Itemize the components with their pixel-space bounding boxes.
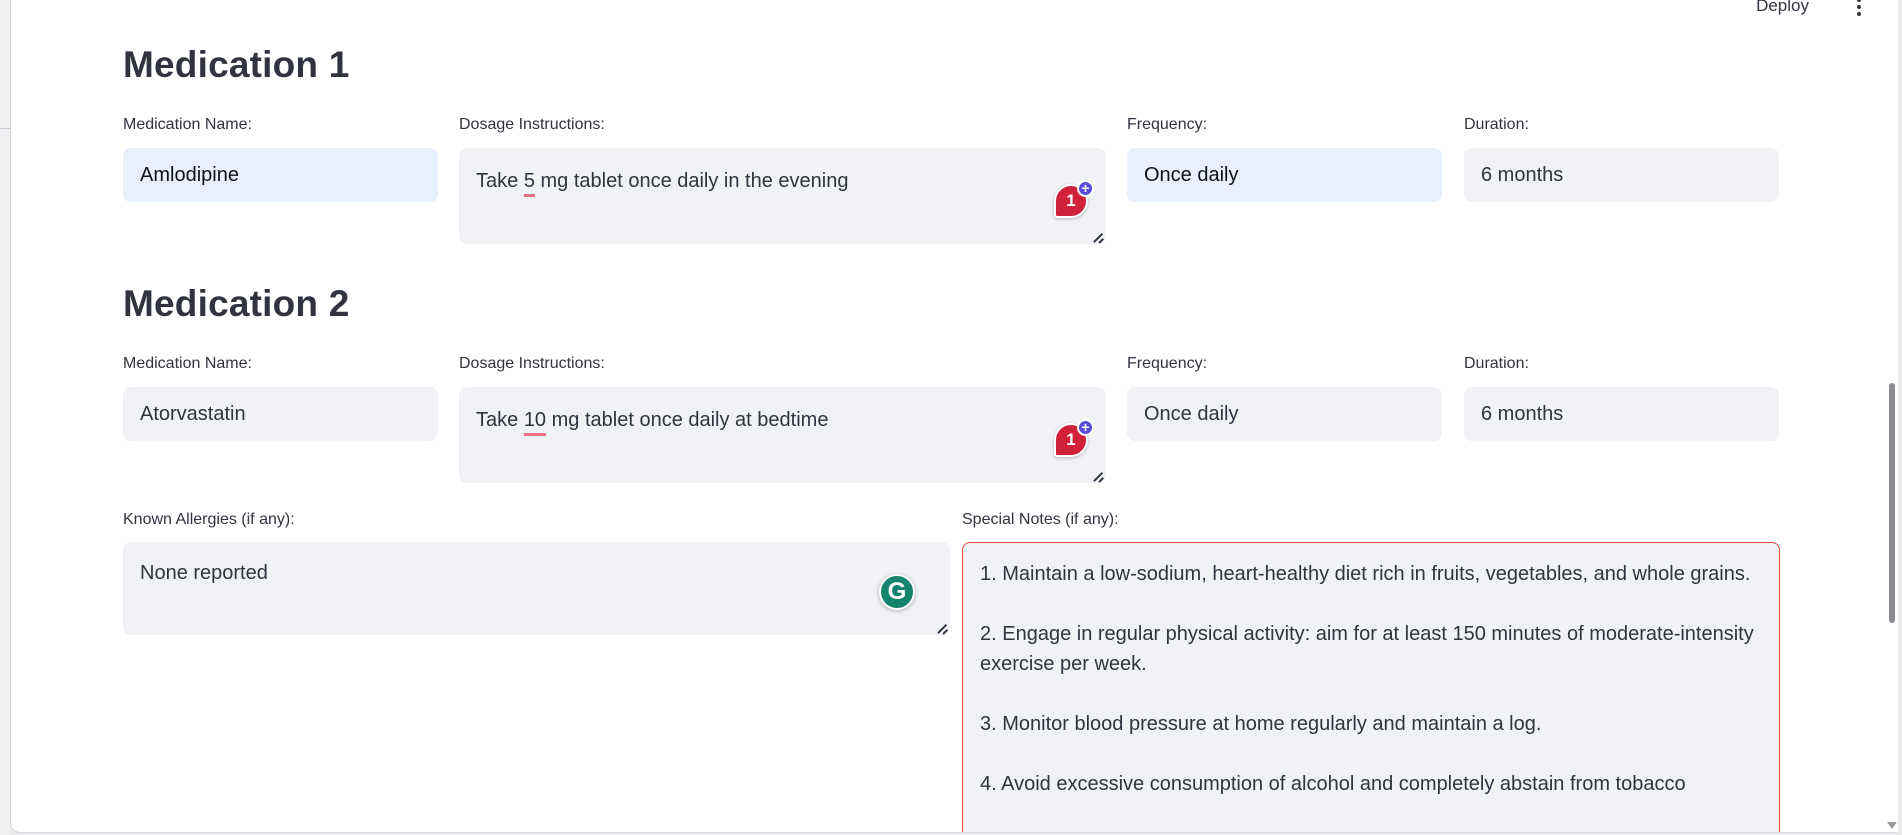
allergies-value: None reported — [140, 562, 268, 584]
medication-2-duration-label: Duration: — [1464, 355, 1529, 372]
medication-2-name-value: Atorvastatin — [140, 402, 246, 425]
allergies-textarea[interactable]: None reported — [123, 542, 950, 635]
note-item: 1. Maintain a low-sodium, heart-healthy … — [980, 563, 1751, 585]
medication-2-dosage-label: Dosage Instructions: — [459, 355, 605, 372]
medication-1-heading: Medication 1 — [123, 44, 350, 85]
dosage-text-post: mg tablet once daily in the evening — [534, 170, 849, 192]
medication-1-name-label: Medication Name: — [123, 116, 252, 133]
allergies-label: Known Allergies (if any): — [123, 511, 295, 528]
note-item: 4. Avoid excessive consumption of alcoho… — [980, 773, 1686, 795]
medication-1-frequency-value: Once daily — [1144, 163, 1239, 186]
left-edge — [0, 0, 10, 835]
scrollbar-thumb[interactable] — [1889, 383, 1895, 623]
medication-1-name-input[interactable]: Amlodipine — [123, 148, 438, 202]
medication-2-frequency-label: Frequency: — [1127, 355, 1208, 372]
grammar-suggestion-badge-icon[interactable]: 1 + — [1054, 180, 1094, 218]
deploy-button[interactable]: Deploy — [1756, 0, 1809, 16]
medication-1-frequency-input[interactable]: Once daily — [1127, 148, 1442, 202]
scroll-down-arrow-icon[interactable] — [1887, 822, 1897, 829]
medication-2-heading: Medication 2 — [123, 283, 350, 324]
medication-1-dosage-textarea[interactable]: Take 5 mg tablet once daily in the eveni… — [459, 148, 1106, 244]
dosage-text-post: mg tablet once daily at bedtime — [546, 409, 829, 431]
medication-1-dosage-label: Dosage Instructions: — [459, 116, 605, 133]
medication-2-duration-value: 6 months — [1481, 402, 1564, 425]
dosage-text-pre: Take — [476, 409, 524, 431]
resize-handle-icon[interactable] — [1091, 469, 1103, 481]
medication-1-duration-input[interactable]: 6 months — [1464, 148, 1779, 202]
medication-1-frequency-label: Frequency: — [1127, 116, 1208, 133]
medication-2-name-input[interactable]: Atorvastatin — [123, 387, 438, 441]
dosage-text-pre: Take — [476, 170, 524, 192]
medication-1-duration-value: 6 months — [1481, 163, 1564, 186]
medication-2-dosage-textarea[interactable]: Take 10 mg tablet once daily at bedtime — [459, 387, 1106, 483]
main-content: Deploy Medication 1 Medication Name: Aml… — [10, 0, 1898, 833]
medication-2-frequency-value: Once daily — [1144, 402, 1239, 425]
medication-2-frequency-input[interactable]: Once daily — [1127, 387, 1442, 441]
dosage-flagged-word[interactable]: 10 — [524, 409, 546, 431]
plus-icon: + — [1077, 419, 1094, 436]
note-item: 2. Engage in regular physical activity: … — [980, 623, 1754, 675]
resize-handle-icon[interactable] — [935, 621, 947, 633]
special-notes-textarea[interactable]: 1. Maintain a low-sodium, heart-healthy … — [962, 542, 1780, 832]
grammar-suggestion-badge-icon[interactable]: 1 + — [1054, 419, 1094, 457]
grammarly-icon[interactable]: G — [879, 574, 915, 610]
kebab-menu-icon[interactable] — [1856, 0, 1862, 16]
dosage-flagged-word[interactable]: 5 — [524, 170, 535, 192]
plus-icon: + — [1077, 180, 1094, 197]
note-item: 3. Monitor blood pressure at home regula… — [980, 713, 1542, 735]
medication-1-name-value: Amlodipine — [140, 163, 239, 186]
vertical-scrollbar[interactable] — [1886, 0, 1898, 832]
medication-2-duration-input[interactable]: 6 months — [1464, 387, 1779, 441]
special-notes-label: Special Notes (if any): — [962, 511, 1119, 528]
edge-divider — [0, 128, 10, 129]
medication-1-duration-label: Duration: — [1464, 116, 1529, 133]
resize-handle-icon[interactable] — [1091, 230, 1103, 242]
medication-2-name-label: Medication Name: — [123, 355, 252, 372]
